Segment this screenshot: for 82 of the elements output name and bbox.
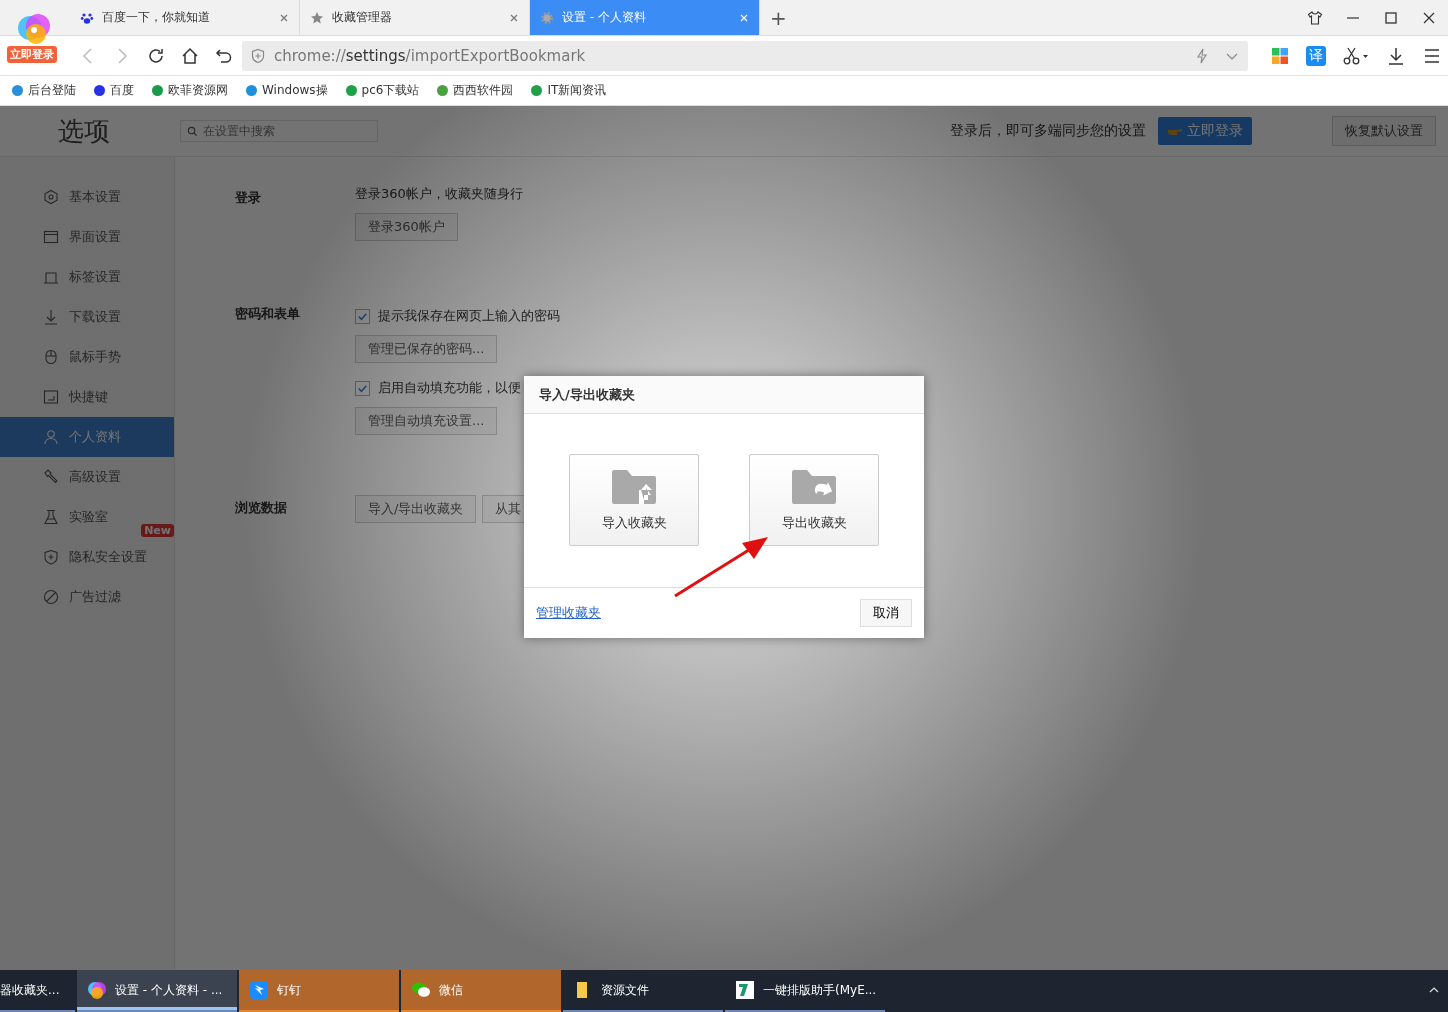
section-title: 密码和表单 xyxy=(235,305,301,323)
bookmark-item[interactable]: 后台登陆 xyxy=(12,82,76,99)
bookmark-item[interactable]: 西西软件园 xyxy=(437,82,514,99)
url-text: chrome://settings/importExportBookmark xyxy=(274,46,586,65)
chat-bubbles-icon xyxy=(411,980,431,1000)
dialog-title: 导入/导出收藏夹 xyxy=(539,385,635,404)
taskbar-item[interactable]: 一键排版助手(MyE... xyxy=(725,970,885,1012)
translate-button[interactable]: 译 xyxy=(1306,45,1326,66)
tab-icon xyxy=(43,269,59,285)
checkbox-label: 启用自动填充功能，以便 xyxy=(378,379,521,397)
taskbar-item[interactable]: 设置 - 个人资料 - ... xyxy=(77,970,237,1012)
manage-bookmarks-link[interactable]: 管理收藏夹 xyxy=(536,604,601,622)
taskbar-item[interactable]: 器收藏夹... xyxy=(0,970,75,1012)
browser-logo-icon xyxy=(87,980,107,1000)
sidebar-item[interactable]: 隐私安全设置 xyxy=(0,537,174,577)
shield-icon xyxy=(250,47,266,64)
sidebar-item[interactable]: 基本设置 xyxy=(0,177,174,217)
taskbar-item[interactable]: 资源文件 xyxy=(563,970,723,1012)
bookmark-item[interactable]: 百度 xyxy=(94,82,134,99)
folder-upload-icon xyxy=(610,468,658,506)
new-badge: New xyxy=(141,524,174,537)
browser-tab[interactable]: 百度一下，你就知道 xyxy=(70,0,300,35)
taskbar-item[interactable]: 微信 xyxy=(401,970,561,1012)
settings-title: 选项 xyxy=(57,114,111,148)
lightning-icon[interactable] xyxy=(1194,47,1210,64)
sidebar-item[interactable]: 高级设置 xyxy=(0,457,174,497)
settings-button[interactable]: 导入/导出收藏夹 xyxy=(355,495,477,523)
settings-button[interactable]: 管理已保存的密码... xyxy=(355,335,498,363)
login-badge[interactable]: 立即登录 xyxy=(7,46,57,63)
sidebar-item[interactable]: 个人资料 xyxy=(0,417,174,457)
download-icon xyxy=(43,309,59,325)
section-title: 登录 xyxy=(235,189,262,207)
sidebar-item[interactable]: 实验室 New xyxy=(0,497,174,537)
description-text: 登录360帐户，收藏夹随身行 xyxy=(355,185,523,203)
flask-icon xyxy=(43,509,59,525)
maximize-icon[interactable] xyxy=(1383,10,1399,26)
restore-defaults-button[interactable]: 恢复默认设置 xyxy=(1332,116,1436,146)
sidebar-item[interactable]: 快捷键 xyxy=(0,377,174,417)
download-icon[interactable] xyxy=(1386,45,1406,66)
paper-plane-icon xyxy=(249,980,269,1000)
section-title: 浏览数据 xyxy=(235,499,288,517)
star-icon xyxy=(310,10,324,25)
checkbox[interactable] xyxy=(355,308,370,324)
window-icon xyxy=(43,229,59,245)
sync-hint-text: 登录后，即可多端同步您的设置 xyxy=(950,122,1146,140)
app-logo-icon xyxy=(735,980,755,1000)
bookmark-item[interactable]: pc6下载站 xyxy=(345,82,420,99)
person-icon xyxy=(43,429,59,445)
close-icon[interactable] xyxy=(1421,10,1437,26)
bookmark-item[interactable]: 欧菲资源网 xyxy=(152,82,228,99)
hexagon-icon xyxy=(43,189,59,205)
taskbar-item[interactable]: 钉钉 xyxy=(239,970,399,1012)
bookmark-option-button[interactable]: 导出收藏夹 xyxy=(749,454,879,546)
scissors-icon[interactable] xyxy=(1342,45,1370,66)
shield-icon xyxy=(43,549,59,565)
apps-grid-icon[interactable] xyxy=(1270,45,1290,66)
gear-icon xyxy=(540,10,554,25)
sidebar-item[interactable]: 界面设置 xyxy=(0,217,174,257)
checkbox-label: 提示我保存在网页上输入的密码 xyxy=(378,307,560,325)
bookmark-item[interactable]: Windows操 xyxy=(246,82,328,99)
login-button[interactable]: 立即登录 xyxy=(1158,117,1252,145)
folder-download-icon xyxy=(790,468,838,506)
sidebar-item[interactable]: 标签设置 xyxy=(0,257,174,297)
settings-button[interactable]: 管理自动填充设置... xyxy=(355,407,498,435)
checkbox[interactable] xyxy=(355,380,370,396)
mouse-icon xyxy=(43,349,59,365)
block-icon xyxy=(43,589,59,605)
wrench-icon xyxy=(43,469,59,485)
home-icon[interactable] xyxy=(180,45,200,66)
sidebar-item[interactable]: 广告过滤 xyxy=(0,577,174,617)
bookmark-option-button[interactable]: 导入收藏夹 xyxy=(569,454,699,546)
cancel-button[interactable]: 取消 xyxy=(860,599,912,627)
search-icon xyxy=(187,126,198,137)
new-tab-button[interactable]: + xyxy=(760,0,797,35)
pointing-hand-icon xyxy=(1167,126,1183,136)
address-bar[interactable]: chrome://settings/importExportBookmark xyxy=(242,40,1248,71)
shirt-icon[interactable] xyxy=(1307,10,1323,26)
sidebar-item[interactable]: 鼠标手势 xyxy=(0,337,174,377)
browser-tab[interactable]: 设置 - 个人资料 xyxy=(530,0,760,35)
settings-button[interactable]: 登录360帐户 xyxy=(355,213,458,241)
bookmark-item[interactable]: IT新闻资讯 xyxy=(531,82,607,99)
sidebar-item[interactable]: 下载设置 xyxy=(0,297,174,337)
